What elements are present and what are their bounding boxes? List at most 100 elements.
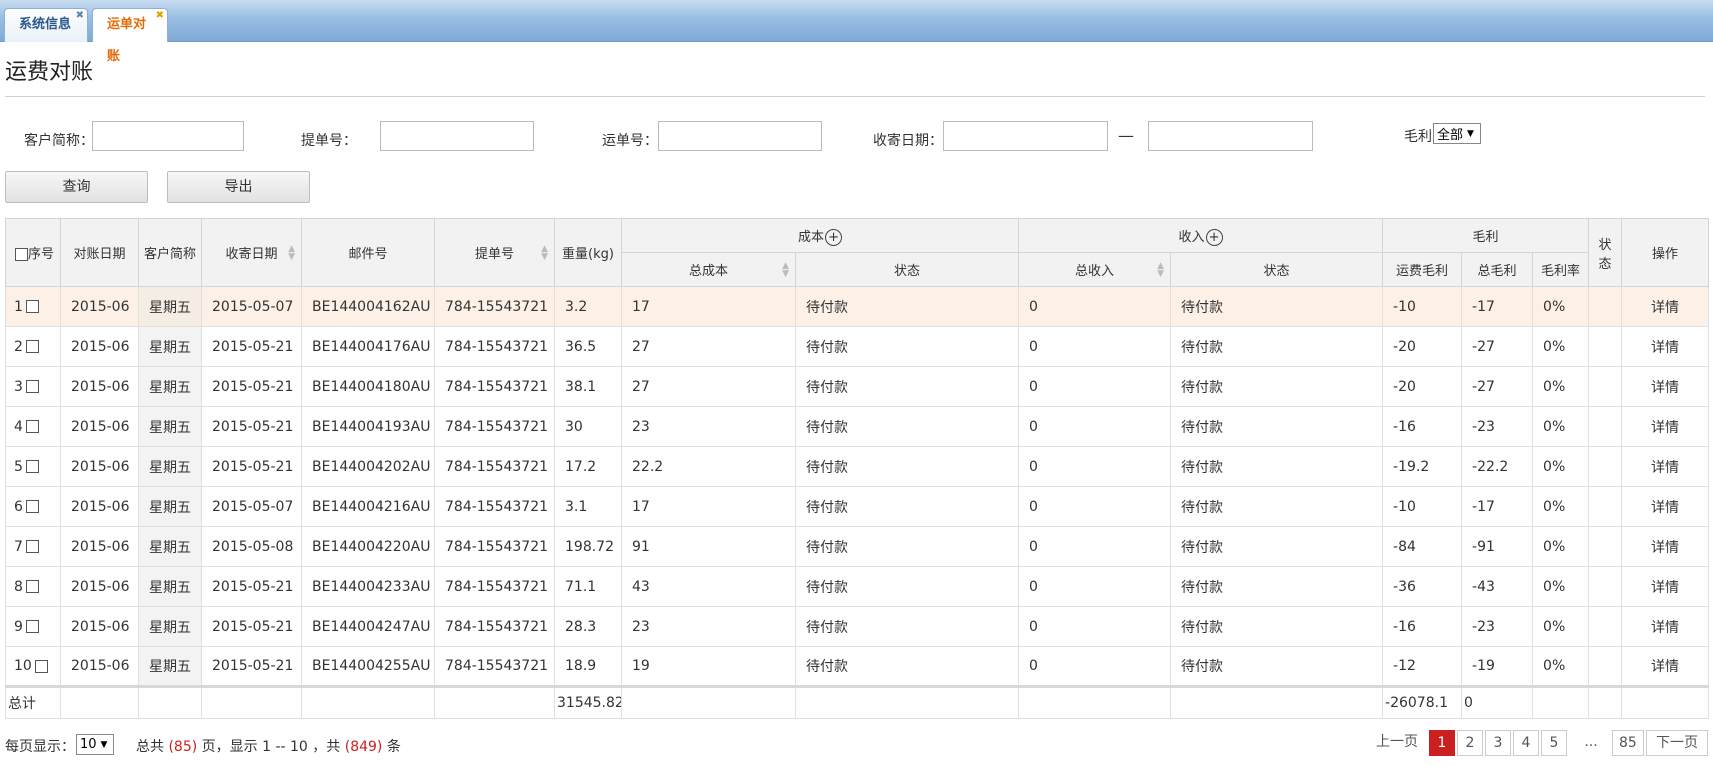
send-date-start-input[interactable] [943, 121, 1108, 151]
profit-select[interactable]: 全部 ▼ [1433, 123, 1481, 144]
cell-customer: 星期五 [138, 446, 202, 487]
export-button[interactable]: 导出 [167, 171, 310, 203]
select-all-checkbox[interactable] [14, 248, 28, 261]
cell-weight: 71.1 [554, 566, 622, 607]
page-button-4[interactable]: 4 [1513, 730, 1539, 756]
plus-circle-icon[interactable]: + [1205, 228, 1223, 246]
cell-total-profit: -27 [1461, 326, 1534, 367]
sort-icon[interactable]: ▲ ▼ [288, 244, 295, 261]
detail-link[interactable]: 详情 [1621, 646, 1710, 687]
cell-profit-rate: 0% [1532, 366, 1590, 407]
detail-link[interactable]: 详情 [1621, 366, 1710, 407]
row-checkbox[interactable] [25, 340, 39, 353]
header-label: 收寄日期 [225, 247, 278, 262]
detail-link[interactable]: 详情 [1621, 446, 1710, 487]
waybill-no-input[interactable] [658, 121, 822, 151]
page-button-1[interactable]: 1 [1429, 730, 1455, 756]
table-row[interactable]: 6 2015-06 星期五 2015-05-07 BE144004216AU 784-15… [5, 486, 1710, 527]
cell-income-status: 待付款 [1170, 446, 1384, 487]
row-checkbox[interactable] [25, 580, 39, 593]
cell-status [1588, 366, 1623, 407]
cell-freight-profit: -84 [1382, 526, 1463, 567]
cell-seq: 3 [5, 366, 61, 407]
detail-link[interactable]: 详情 [1621, 286, 1710, 327]
prev-page-button[interactable]: 上一页 [1370, 730, 1424, 756]
cell-profit-rate: 0% [1532, 526, 1590, 567]
cell-recon-date: 2015-06 [60, 646, 139, 687]
detail-link[interactable]: 详情 [1621, 606, 1710, 647]
cell-freight-profit: -10 [1382, 486, 1463, 527]
plus-circle-icon[interactable]: + [825, 228, 843, 246]
waybill-no-label: 运单号： [602, 133, 658, 149]
table-row[interactable]: 8 2015-06 星期五 2015-05-21 BE144004233AU 784-15… [5, 566, 1710, 607]
header-label: 总成本 [688, 264, 728, 279]
header-send-date[interactable]: 收寄日期 ▲ ▼ [201, 218, 302, 287]
table-row[interactable]: 4 2015-06 星期五 2015-05-21 BE144004193AU 784-15… [5, 406, 1710, 447]
table-row[interactable]: 3 2015-06 星期五 2015-05-21 BE144004180AU 784-15… [5, 366, 1710, 407]
row-checkbox[interactable] [25, 500, 39, 513]
send-date-end-input[interactable] [1148, 121, 1313, 151]
header-bill-no[interactable]: 提单号 ▲ ▼ [434, 218, 555, 287]
tab-waybill-reconciliation[interactable]: 运单对账 ✖ [92, 8, 168, 64]
page-button-3[interactable]: 3 [1485, 730, 1511, 756]
reconciliation-table: 序号 对账日期 客户简称 收寄日期 ▲ ▼ 邮件号 提单号 ▲ ▼ 重量(kg) 成本 +… [5, 218, 1710, 719]
sort-icon[interactable]: ▲ ▼ [782, 261, 789, 278]
detail-link[interactable]: 详情 [1621, 486, 1710, 527]
row-checkbox[interactable] [25, 460, 39, 473]
table-row[interactable]: 2 2015-06 星期五 2015-05-21 BE144004176AU 784-15… [5, 326, 1710, 367]
per-page-select[interactable]: 10 ▼ [76, 734, 114, 755]
row-number: 3 [14, 378, 23, 395]
cell-cost-status: 待付款 [794, 606, 1020, 647]
totals-freight-profit: -26078.1 [1382, 685, 1463, 719]
row-checkbox[interactable] [34, 659, 48, 673]
sort-icon[interactable]: ▲ ▼ [1157, 261, 1164, 278]
row-checkbox[interactable] [25, 620, 39, 633]
next-page-button[interactable]: 下一页 [1646, 730, 1708, 756]
cell-bill-no: 784-15543721 [434, 446, 555, 487]
row-checkbox[interactable] [25, 540, 39, 553]
table-row[interactable]: 10 2015-06 星期五 2015-05-21 BE144004255AU 784-1… [5, 646, 1710, 687]
detail-link[interactable]: 详情 [1621, 406, 1710, 447]
cell-mail-no: BE144004162AU [301, 286, 435, 327]
detail-link[interactable]: 详情 [1621, 526, 1710, 567]
cell-cost-status: 待付款 [794, 446, 1020, 487]
header-cost-total[interactable]: 总成本 ▲ ▼ [621, 252, 796, 287]
cell-cost-total: 17 [621, 286, 796, 327]
cell-recon-date: 2015-06 [60, 366, 139, 407]
cell-income-status: 待付款 [1170, 526, 1384, 567]
table-row[interactable]: 9 2015-06 星期五 2015-05-21 BE144004247AU 784-15… [5, 606, 1710, 647]
page-button-2[interactable]: 2 [1457, 730, 1483, 756]
cell-seq: 1 [5, 286, 61, 327]
tab-system-info[interactable]: 系统信息 ✖ [4, 8, 88, 42]
cell-cost-total: 27 [621, 326, 796, 367]
query-button[interactable]: 查询 [5, 171, 148, 203]
row-checkbox[interactable] [25, 300, 39, 313]
customer-input[interactable] [92, 121, 244, 151]
sort-icon[interactable]: ▲ ▼ [541, 244, 548, 261]
table-row[interactable]: 7 2015-06 星期五 2015-05-08 BE144004220AU 784-15… [5, 526, 1710, 567]
cell-bill-no: 784-15543721 [434, 286, 555, 327]
cell-income-status: 待付款 [1170, 406, 1384, 447]
header-status: 状态 [1588, 218, 1623, 287]
cell-income-total: 0 [1018, 606, 1172, 647]
table-row[interactable]: 1 2015-06 星期五 2015-05-07 BE144004162AU 784-15… [5, 286, 1710, 327]
header-income-total[interactable]: 总收入 ▲ ▼ [1018, 252, 1172, 287]
close-icon[interactable]: ✖ [156, 11, 164, 21]
cell-income-total: 0 [1018, 486, 1172, 527]
page-button-last[interactable]: 85 [1612, 730, 1644, 756]
row-number: 8 [14, 578, 23, 595]
row-checkbox[interactable] [25, 380, 39, 393]
table-row[interactable]: 5 2015-06 星期五 2015-05-21 BE144004202AU 784-15… [5, 446, 1710, 487]
detail-link[interactable]: 详情 [1621, 326, 1710, 367]
row-checkbox[interactable] [25, 420, 39, 433]
cell-mail-no: BE144004220AU [301, 526, 435, 567]
cell-profit-rate: 0% [1532, 486, 1590, 527]
cell-profit-rate: 0% [1532, 286, 1590, 327]
header-seq: 序号 [5, 218, 61, 287]
cell-income-status: 待付款 [1170, 486, 1384, 527]
page-button-5[interactable]: 5 [1541, 730, 1567, 756]
cell-customer: 星期五 [138, 286, 202, 327]
bill-no-input[interactable] [380, 121, 534, 151]
close-icon[interactable]: ✖ [76, 11, 84, 21]
detail-link[interactable]: 详情 [1621, 566, 1710, 607]
